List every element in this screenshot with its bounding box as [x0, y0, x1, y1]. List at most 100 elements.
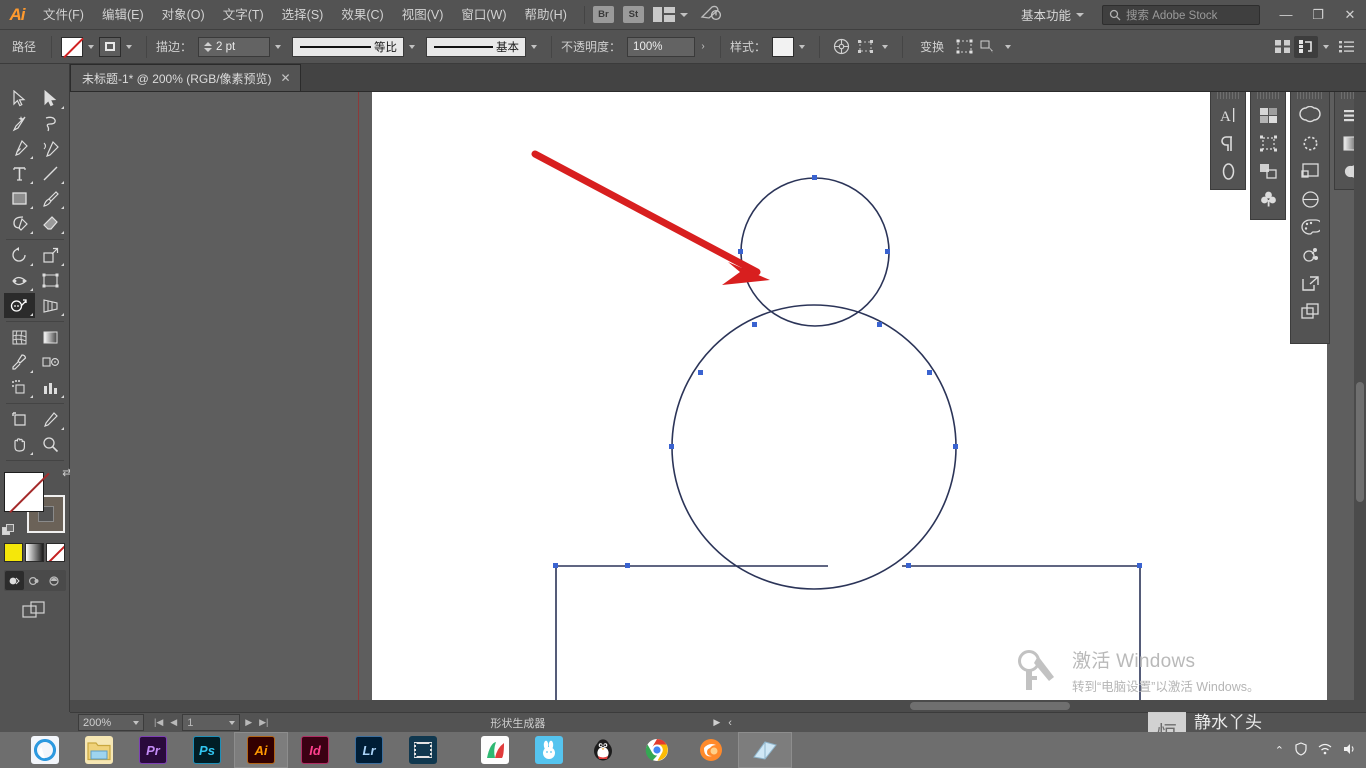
- zoom-chevron-down-icon[interactable]: [133, 720, 139, 725]
- menu-effect[interactable]: 效果(C): [332, 0, 392, 30]
- vertical-scrollbar-thumb[interactable]: [1356, 382, 1364, 502]
- color-guide-panel-icon[interactable]: [1254, 101, 1282, 129]
- fill-color-box[interactable]: [3, 472, 44, 512]
- arrange-panel-chevron-down-icon[interactable]: [1318, 37, 1334, 57]
- dock-column-3[interactable]: »: [1290, 92, 1330, 344]
- menu-help[interactable]: 帮助(H): [516, 0, 576, 30]
- document-tab[interactable]: 未标题-1* @ 200% (RGB/像素预览) ✕: [70, 64, 301, 91]
- vertical-scrollbar[interactable]: [1354, 92, 1366, 700]
- window-minimize-button[interactable]: —: [1270, 0, 1302, 29]
- layers-panel-icon[interactable]: [1296, 297, 1324, 325]
- draw-behind-button[interactable]: [25, 571, 44, 590]
- select-similar-chevron-down-icon[interactable]: [877, 37, 893, 57]
- transform-panel-icon[interactable]: [1254, 129, 1282, 157]
- eraser-tool[interactable]: [35, 211, 66, 236]
- stroke-weight-stepper[interactable]: [204, 41, 214, 52]
- eyedropper-tool[interactable]: [4, 350, 35, 375]
- opacity-flyout-icon[interactable]: ›: [695, 37, 711, 57]
- stroke-profile-chevron-down-icon[interactable]: [404, 37, 420, 57]
- menu-view[interactable]: 视图(V): [393, 0, 453, 30]
- direct-selection-tool[interactable]: [35, 86, 66, 111]
- draw-inside-button[interactable]: [45, 571, 64, 590]
- fill-swatch[interactable]: [61, 36, 84, 57]
- libraries-panel-icon[interactable]: [1296, 101, 1324, 129]
- hand-tool[interactable]: [4, 432, 35, 457]
- color-panel-icon[interactable]: [1296, 185, 1324, 213]
- tray-show-hidden-icon[interactable]: ⌃: [1275, 744, 1284, 757]
- menu-object[interactable]: 对象(O): [153, 0, 214, 30]
- arrange-documents-active-icon[interactable]: [1294, 35, 1318, 58]
- links-panel-icon[interactable]: [1296, 269, 1324, 297]
- stock-button[interactable]: St: [622, 6, 644, 23]
- mesh-tool[interactable]: [4, 325, 35, 350]
- perspective-grid-tool[interactable]: [35, 293, 66, 318]
- artboard-chevron-down-icon[interactable]: [229, 720, 236, 725]
- paintbrush-tool[interactable]: [35, 186, 66, 211]
- scale-tool[interactable]: [35, 243, 66, 268]
- draw-normal-button[interactable]: [4, 571, 24, 590]
- fill-chevron-down-icon[interactable]: [83, 37, 99, 57]
- close-icon[interactable]: ✕: [281, 71, 291, 85]
- graphic-style-swatch[interactable]: [772, 36, 795, 57]
- taskbar-file-explorer[interactable]: [72, 732, 126, 768]
- none-mode-button[interactable]: [45, 543, 65, 562]
- blend-tool[interactable]: [35, 350, 66, 375]
- paragraph-panel-icon[interactable]: [1214, 129, 1242, 157]
- prev-artboard-button[interactable]: ◀: [168, 717, 179, 728]
- workspace-switcher[interactable]: 基本功能: [1015, 5, 1090, 24]
- zoom-level-select[interactable]: 200%: [78, 714, 144, 731]
- selection-tool[interactable]: [4, 86, 35, 111]
- symbol-sprayer-tool[interactable]: [4, 375, 35, 400]
- character-panel-icon[interactable]: A: [1214, 101, 1242, 129]
- last-artboard-button[interactable]: ▶|: [257, 717, 270, 728]
- slice-tool[interactable]: [35, 407, 66, 432]
- canvas-work-area[interactable]: » A »: [70, 92, 1366, 712]
- pathfinder-panel-icon[interactable]: [1254, 157, 1282, 185]
- next-artboard-button[interactable]: ▶: [243, 717, 254, 728]
- zoom-tool[interactable]: [35, 432, 66, 457]
- window-restore-button[interactable]: ❐: [1302, 0, 1334, 29]
- dock-1-grip[interactable]: [1217, 92, 1239, 99]
- taskbar-firefox[interactable]: [684, 732, 738, 768]
- taskbar-lightroom[interactable]: Lr: [342, 732, 396, 768]
- select-similar-icon[interactable]: [853, 36, 877, 58]
- swatches-panel-icon[interactable]: [1296, 213, 1324, 241]
- taskbar-rabbit-app[interactable]: [522, 732, 576, 768]
- tray-security-icon[interactable]: [1294, 741, 1308, 759]
- status-collapse-icon[interactable]: ‹: [728, 717, 732, 729]
- brushes-panel-icon[interactable]: [1296, 129, 1324, 157]
- rotate-tool[interactable]: [4, 243, 35, 268]
- stroke-weight-input[interactable]: 2 pt: [198, 36, 271, 57]
- gradient-tool[interactable]: [35, 325, 66, 350]
- stroke-chevron-down-icon[interactable]: [121, 37, 137, 57]
- taskbar-qq[interactable]: [576, 732, 630, 768]
- dock-column-1[interactable]: » A: [1210, 92, 1246, 190]
- pen-tool[interactable]: [4, 136, 35, 161]
- menu-edit[interactable]: 编辑(E): [93, 0, 153, 30]
- shaper-tool[interactable]: [4, 211, 35, 236]
- stock-search-input[interactable]: 搜索 Adobe Stock: [1102, 4, 1260, 25]
- taskbar-illustrator[interactable]: Ai: [234, 732, 288, 768]
- tray-volume-icon[interactable]: [1342, 742, 1356, 759]
- stroke-weight-chevron-down-icon[interactable]: [270, 37, 286, 57]
- arrange-chevron-down-icon[interactable]: [679, 12, 688, 17]
- transform-button[interactable]: 变换: [920, 38, 944, 55]
- dock-3-grip[interactable]: [1297, 92, 1323, 99]
- menu-window[interactable]: 窗口(W): [452, 0, 515, 30]
- rocket-power-icon[interactable]: [700, 5, 722, 24]
- shape-builder-tool[interactable]: [3, 293, 35, 318]
- column-graph-tool[interactable]: [35, 375, 66, 400]
- workspace-chevron-down-icon[interactable]: [1076, 12, 1084, 17]
- recolor-artwork-icon[interactable]: [829, 36, 853, 58]
- arrange-documents-icon[interactable]: [652, 7, 675, 22]
- taskbar-premiere-pro[interactable]: Pr: [126, 732, 180, 768]
- menu-file[interactable]: 文件(F): [34, 0, 93, 30]
- taskbar-color-app[interactable]: [468, 732, 522, 768]
- stroke-swatch[interactable]: [99, 36, 122, 57]
- menu-type[interactable]: 文字(T): [214, 0, 273, 30]
- status-info[interactable]: 形状生成器 ▶ ‹: [330, 715, 732, 731]
- stroke-profile-select[interactable]: 等比: [292, 36, 405, 57]
- artboard-tool[interactable]: [4, 407, 35, 432]
- color-mode-button[interactable]: [3, 543, 23, 562]
- gradient-panel-icon[interactable]: [1214, 157, 1242, 185]
